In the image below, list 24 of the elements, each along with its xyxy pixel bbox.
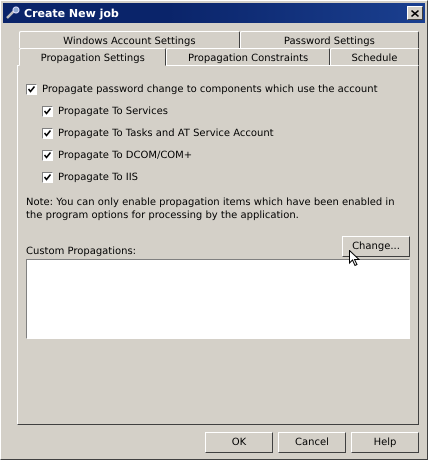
checkbox-label: Propagate To Services bbox=[58, 106, 168, 116]
tab[interactable]: Windows Account Settings bbox=[19, 31, 240, 48]
checkbox-label: Propagate To IIS bbox=[58, 172, 138, 182]
note-text: Note: You can only enable propagation items which have been enabled in the program options for processing by the application. bbox=[26, 196, 396, 222]
window-title: Create New job bbox=[24, 6, 120, 20]
dialog-button[interactable]: Help bbox=[351, 432, 419, 453]
checkbox-label: Propagate To DCOM/COM+ bbox=[58, 150, 192, 160]
checkbox-label: Propagate password change to components which use the account bbox=[42, 84, 378, 94]
tab[interactable]: Propagation Constraints bbox=[166, 48, 330, 65]
dialog-button[interactable]: Cancel bbox=[278, 432, 346, 453]
dialog-button[interactable]: OK bbox=[205, 432, 273, 453]
tab[interactable]: Password Settings bbox=[240, 31, 420, 48]
close-icon bbox=[411, 10, 419, 16]
tab[interactable]: Schedule bbox=[330, 48, 419, 65]
checkbox[interactable] bbox=[26, 84, 37, 94]
checkbox[interactable] bbox=[42, 150, 53, 160]
tab[interactable]: Propagation Settings bbox=[19, 48, 166, 66]
cursor-icon bbox=[349, 250, 360, 267]
checkbox[interactable] bbox=[42, 106, 53, 116]
checkbox[interactable] bbox=[42, 128, 53, 138]
close-button[interactable] bbox=[407, 6, 423, 20]
checkbox[interactable] bbox=[42, 172, 53, 182]
field-label: Custom Propagations: bbox=[26, 246, 136, 257]
checkbox-label: Propagate To Tasks and AT Service Account bbox=[58, 128, 274, 138]
